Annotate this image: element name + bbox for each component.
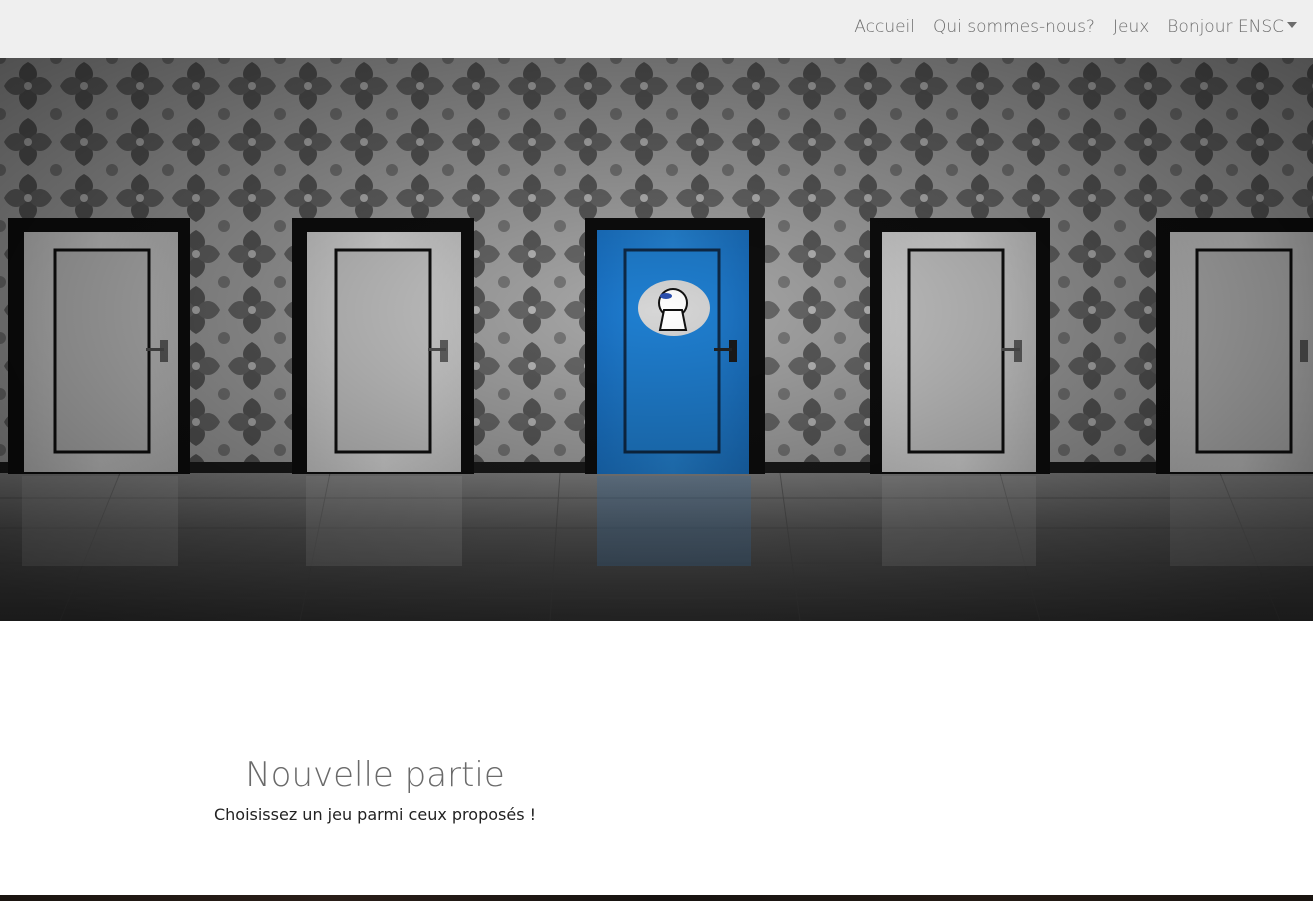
doors-illustration (0, 58, 1313, 621)
nav-links: Accueil Qui sommes-nous? Jeux Bonjour EN… (836, 0, 1297, 54)
section-subtitle: Choisissez un jeu parmi ceux proposés ! (213, 805, 537, 824)
user-menu-label: Bonjour ENSC (1167, 17, 1284, 37)
section-title: Nouvelle partie (245, 755, 505, 795)
nav-link-jeux[interactable]: Jeux (1113, 17, 1149, 37)
caret-down-icon (1287, 22, 1297, 28)
nav-link-accueil[interactable]: Accueil (854, 17, 915, 37)
top-navbar: Accueil Qui sommes-nous? Jeux Bonjour EN… (0, 0, 1313, 58)
intro-section: Nouvelle partie Choisissez un jeu parmi … (140, 755, 610, 824)
hero-banner-image (0, 58, 1313, 621)
nav-link-qui-sommes-nous[interactable]: Qui sommes-nous? (933, 17, 1095, 37)
user-menu-dropdown[interactable]: Bonjour ENSC (1167, 17, 1297, 37)
footer-edge (0, 895, 1313, 901)
